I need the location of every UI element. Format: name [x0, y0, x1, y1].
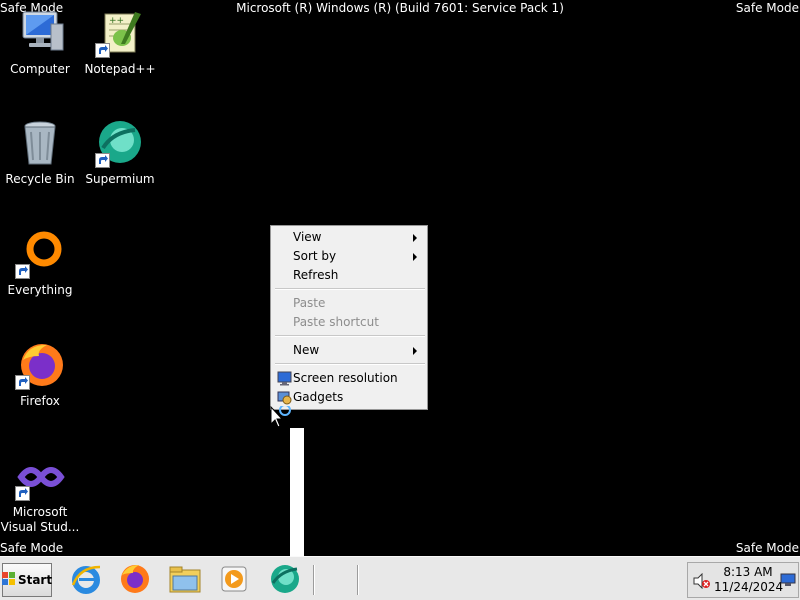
submenu-arrow-icon: [413, 234, 417, 242]
submenu-arrow-icon: [413, 253, 417, 261]
shortcut-arrow-icon: [15, 375, 30, 390]
shortcut-arrow-icon: [95, 153, 110, 168]
menu-item-paste-shortcut: Paste shortcut: [273, 313, 425, 332]
desktop-icon-label: Computer: [10, 62, 70, 76]
menu-item-label: View: [293, 230, 322, 244]
supermium-icon: [269, 563, 301, 598]
firefox-icon: [119, 563, 151, 598]
internet-explorer-icon: [70, 563, 102, 598]
menu-separator: [275, 335, 425, 337]
mouse-cursor-icon: [270, 404, 296, 433]
safe-mode-label-bottom-left: Safe Mode: [0, 541, 64, 555]
svg-text:++: ++: [109, 16, 124, 26]
shortcut-arrow-icon: [15, 486, 30, 501]
desktop-icon-recycle-bin[interactable]: Recycle Bin: [0, 120, 80, 187]
safe-mode-label-bottom-right: Safe Mode: [735, 541, 799, 555]
menu-item-label: Paste: [293, 296, 326, 310]
menu-item-view[interactable]: View: [273, 228, 425, 247]
desktop-icon-label: Recycle Bin: [5, 172, 75, 186]
menu-item-label: Gadgets: [293, 390, 344, 404]
taskbar-divider: [313, 565, 315, 595]
clock-date: 11/24/2024: [714, 580, 784, 594]
desktop-icon-visual-studio[interactable]: Microsoft Visual Stud...: [0, 453, 80, 535]
desktop-icon-notepad-plus-plus[interactable]: ++ Notepad++: [80, 10, 160, 77]
menu-item-label: New: [293, 343, 320, 357]
media-player-icon: [219, 564, 249, 597]
taskbar-internet-explorer[interactable]: [66, 561, 106, 599]
menu-item-paste: Paste: [273, 294, 425, 313]
taskbar-file-explorer[interactable]: [165, 561, 205, 599]
recycle-bin-icon: [15, 120, 65, 168]
menu-separator: [275, 288, 425, 290]
computer-icon: [15, 10, 65, 58]
desktop-icon-label: Microsoft Visual Stud...: [0, 505, 80, 534]
desktop-icon-firefox[interactable]: Firefox: [0, 342, 80, 409]
desktop-icon-label: Firefox: [20, 394, 60, 408]
desktop-icon-label: Supermium: [85, 172, 155, 186]
firefox-icon: [15, 342, 65, 390]
menu-item-label: Paste shortcut: [293, 315, 379, 329]
menu-item-gadgets[interactable]: Gadgets: [273, 388, 425, 407]
everything-search-icon: [15, 231, 65, 279]
menu-item-label: Refresh: [293, 268, 339, 282]
clock-time: 8:13 AM: [723, 565, 773, 579]
desktop-icon-supermium[interactable]: Supermium: [80, 120, 160, 187]
menu-item-screen-resolution[interactable]: Screen resolution: [273, 369, 425, 388]
show-desktop-icon[interactable]: [780, 573, 796, 590]
taskbar-media-player[interactable]: [214, 561, 254, 599]
start-label: Start: [17, 573, 53, 587]
notepad-plus-plus-icon: ++: [95, 10, 145, 58]
desktop-icon-label: Notepad++: [84, 62, 156, 76]
supermium-icon: [95, 120, 145, 168]
desktop-context-menu: View Sort by Refresh Paste Paste shortcu…: [270, 225, 428, 410]
white-bar: [290, 428, 304, 556]
submenu-arrow-icon: [413, 347, 417, 355]
menu-separator: [275, 363, 425, 365]
system-tray: 8:13 AM 11/24/2024: [687, 562, 799, 598]
volume-muted-icon[interactable]: [693, 572, 711, 592]
clock[interactable]: 8:13 AM 11/24/2024: [714, 565, 784, 595]
monitor-icon: [277, 371, 292, 386]
menu-item-new[interactable]: New: [273, 341, 425, 360]
desktop-icon-computer[interactable]: Computer: [0, 10, 80, 77]
shortcut-arrow-icon: [15, 264, 30, 279]
taskbar-supermium[interactable]: [265, 561, 305, 599]
taskbar: Start 8:13 AM 11/24/2024: [0, 556, 800, 600]
gadgets-icon: [277, 390, 292, 405]
desktop-icon-label: Everything: [7, 283, 73, 297]
menu-item-refresh[interactable]: Refresh: [273, 266, 425, 285]
menu-item-label: Screen resolution: [293, 371, 398, 385]
menu-item-sort-by[interactable]: Sort by: [273, 247, 425, 266]
safe-mode-label-top-right: Safe Mode: [735, 1, 799, 15]
file-explorer-icon: [168, 564, 202, 597]
taskbar-firefox[interactable]: [115, 561, 155, 599]
visual-studio-icon: [15, 453, 65, 501]
windows-logo-icon: [1, 571, 16, 589]
shortcut-arrow-icon: [95, 43, 110, 58]
desktop-icon-everything[interactable]: Everything: [0, 231, 80, 298]
taskbar-divider: [357, 565, 359, 595]
start-button[interactable]: Start: [1, 563, 53, 597]
menu-item-label: Sort by: [293, 249, 337, 263]
